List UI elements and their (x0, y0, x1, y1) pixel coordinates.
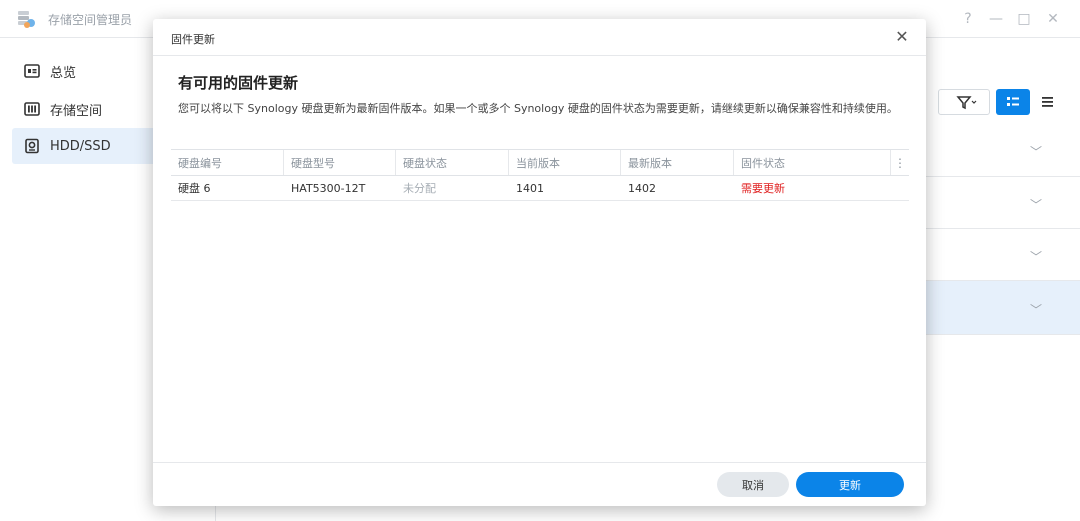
minimize-icon[interactable]: — (986, 9, 1006, 29)
column-header-current-version[interactable]: 当前版本 (509, 150, 621, 175)
chevron-down-icon[interactable]: ﹀ (1030, 248, 1042, 265)
storage-icon (24, 102, 40, 116)
column-header-firmware-status[interactable]: 固件状态 (734, 150, 891, 175)
firmware-table: 硬盘编号 硬盘型号 硬盘状态 当前版本 最新版本 固件状态 ⋮ 硬盘 6 HAT… (171, 149, 909, 201)
help-icon[interactable]: ? (958, 9, 978, 29)
cancel-button[interactable]: 取消 (717, 472, 789, 497)
update-button[interactable]: 更新 (796, 472, 904, 497)
cell-current-version: 1401 (516, 181, 544, 195)
detail-view-button[interactable] (996, 89, 1030, 115)
cell-latest-version: 1402 (628, 181, 656, 195)
chevron-down-icon[interactable]: ﹀ (1030, 196, 1042, 213)
column-header-status[interactable]: 硬盘状态 (396, 150, 509, 175)
column-header-drive[interactable]: 硬盘编号 (171, 150, 284, 175)
cell-drive: 硬盘 6 (178, 182, 211, 195)
dialog-description: 您可以将以下 Synology 硬盘更新为最新固件版本。如果一个或多个 Syno… (178, 102, 898, 115)
table-row[interactable]: 硬盘 6 HAT5300-12T 未分配 1401 1402 需要更新 (171, 176, 909, 201)
chevron-down-icon[interactable]: ﹀ (1030, 143, 1042, 160)
chevron-down-icon[interactable]: ﹀ (1030, 301, 1042, 318)
storage-manager-logo-icon (18, 11, 35, 28)
disk-icon (25, 138, 39, 154)
dialog-footer: 取消 更新 (153, 462, 926, 506)
menu-icon (1042, 97, 1053, 107)
close-icon[interactable]: ✕ (892, 27, 912, 47)
filter-button[interactable] (938, 89, 990, 115)
list-item[interactable]: ﹀ (925, 229, 1080, 281)
firmware-update-dialog: 固件更新 ✕ 有可用的固件更新 您可以将以下 Synology 硬盘更新为最新固… (153, 19, 926, 506)
list-item[interactable]: ﹀ (925, 123, 1080, 177)
table-header: 硬盘编号 硬盘型号 硬盘状态 当前版本 最新版本 固件状态 ⋮ (171, 149, 909, 176)
column-header-latest-version[interactable]: 最新版本 (621, 150, 734, 175)
cell-status: 未分配 (403, 182, 436, 195)
dialog-heading: 有可用的固件更新 (178, 74, 299, 92)
sidebar-item-label: 总览 (50, 65, 77, 81)
cell-model: HAT5300-12T (291, 181, 366, 195)
column-options-icon[interactable]: ⋮ (891, 150, 909, 175)
filter-icon (956, 96, 977, 110)
app-title: 存储空间管理员 (48, 13, 133, 27)
sidebar-item-label: HDD/SSD (50, 138, 111, 154)
list-item[interactable]: ﹀ (925, 177, 1080, 229)
overview-icon (24, 64, 40, 78)
column-header-model[interactable]: 硬盘型号 (284, 150, 396, 175)
sidebar-item-label: 存储空间 (50, 103, 103, 119)
dialog-title: 固件更新 (171, 33, 215, 46)
cell-firmware-status: 需要更新 (741, 182, 785, 195)
list-view-button[interactable] (1034, 89, 1062, 115)
dialog-header: 固件更新 ✕ (153, 19, 926, 56)
list-item-selected[interactable]: ﹀ (925, 281, 1080, 335)
close-window-icon[interactable]: ✕ (1043, 9, 1063, 29)
maximize-icon[interactable]: □ (1014, 9, 1034, 29)
detail-list-icon (1007, 97, 1019, 106)
